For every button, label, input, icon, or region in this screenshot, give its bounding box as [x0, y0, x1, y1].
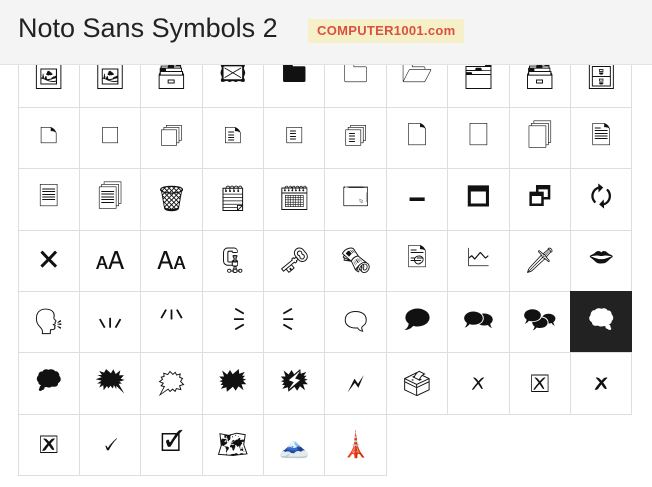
glyph-cell[interactable]: 🗠 — [447, 229, 510, 293]
glyph-cell[interactable]: 🗹 — [140, 413, 203, 477]
glyph-cell[interactable]: 🗸 — [78, 413, 142, 477]
glyph-cell[interactable]: 🗤 — [78, 291, 142, 354]
glyph-cell[interactable]: 🗮 — [78, 352, 142, 415]
glyph-cell[interactable]: 🗦 — [201, 291, 265, 354]
glyph-cell[interactable]: 🗎 — [570, 106, 633, 170]
glyph-cell[interactable]: 🗵 — [508, 352, 572, 415]
glyph-cell[interactable]: 🗳 — [385, 352, 449, 415]
glyph-cell[interactable]: 🗔 — [324, 168, 387, 231]
glyph-cell[interactable]: 🗋 — [385, 106, 449, 170]
glyph-cell[interactable]: 🗣 — [17, 291, 80, 354]
glyph-cell[interactable]: 🗥 — [140, 291, 203, 354]
glyph-cell[interactable]: 🗡 — [508, 229, 572, 293]
glyph-cell[interactable]: 🗱 — [263, 352, 326, 415]
glyph-cell[interactable]: 🗩 — [385, 291, 449, 354]
glyph-cell[interactable]: 🗷 — [17, 413, 80, 477]
glyph-cell[interactable]: 🗉 — [263, 106, 326, 170]
glyph-cell[interactable]: 🗍 — [508, 106, 572, 170]
glyph-cell[interactable]: 🗴 — [447, 352, 510, 415]
glyph-cell[interactable]: 🗞 — [324, 229, 387, 293]
glyph-cell[interactable]: 🗟 — [385, 229, 449, 293]
glyph-cell[interactable]: 🗫 — [508, 291, 572, 354]
glyph-cell[interactable]: 🗝 — [263, 229, 326, 293]
glyph-cell[interactable]: 🗈 — [201, 106, 265, 170]
glyph-cell[interactable]: 🗆 — [78, 106, 142, 170]
glyph-cell[interactable]: 🗖 — [447, 168, 510, 231]
glyph-cell[interactable]: 🗨 — [324, 291, 387, 354]
glyph-cell[interactable]: 🗌 — [447, 106, 510, 170]
glyph-cell[interactable]: 🗶 — [570, 352, 633, 415]
glyph-cell[interactable]: 🗪 — [447, 291, 510, 354]
glyph-cell[interactable]: 🗙 — [17, 229, 80, 293]
glyph-cell[interactable]: 🗲 — [324, 352, 387, 415]
glyph-cell[interactable]: 🗅 — [17, 106, 80, 170]
glyph-cell[interactable]: 🗑 — [140, 168, 203, 231]
glyph-cell[interactable]: 🗢 — [570, 229, 633, 293]
page-header: Noto Sans Symbols 2 COMPUTER1001.com — [0, 0, 652, 65]
glyph-cell[interactable]: 🗗 — [508, 168, 572, 231]
glyph-cell[interactable]: 🗰 — [201, 352, 265, 415]
glyph-cell[interactable]: 🗇 — [140, 106, 203, 170]
glyph-cell[interactable]: 🗯 — [140, 352, 203, 415]
glyph-cell[interactable]: 🗜 — [201, 229, 265, 293]
glyph-cell[interactable]: 🗒 — [201, 168, 265, 231]
page-title: Noto Sans Symbols 2 — [18, 13, 278, 43]
glyph-cell[interactable]: 🗧 — [263, 291, 326, 354]
glyph-cell[interactable]: 🗐 — [78, 168, 142, 231]
glyph-cell[interactable]: 🗘 — [570, 168, 633, 231]
glyph-cell[interactable]: 🗊 — [324, 106, 387, 170]
glyph-cell[interactable]: 🗚 — [78, 229, 142, 293]
glyph-cell[interactable]: 🗺 — [201, 413, 265, 477]
glyph-cell[interactable]: 🗏 — [17, 168, 80, 231]
glyph-cell[interactable]: 🗼 — [324, 413, 387, 477]
glyph-cell[interactable]: 🗻 — [263, 413, 326, 477]
site-badge: COMPUTER1001.com — [308, 19, 465, 43]
glyph-cell[interactable]: 🗓 — [263, 168, 326, 231]
glyph-cell[interactable]: 🗛 — [140, 229, 203, 293]
glyph-cell[interactable]: 🗕 — [385, 168, 449, 231]
glyph-cell[interactable]: 🗬 — [570, 291, 633, 354]
glyph-grid: 🖼 🖼 🗃 🖾 🖿 🗀 🗁 🗂 🗃 🗄 🗅 🗆 🗇 🗈 🗉 🗊 🗋 🗌 🗍 🗎 🗏 🗐 🗑 🗒 🗓 🗔 🗕 🗖 🗗 🗘 🗙 🗚 🗛 🗜 🗝 🗞 🗟 🗠 🗡 🗢… — [17, 45, 633, 477]
glyph-cell[interactable]: 🗭 — [17, 352, 80, 415]
